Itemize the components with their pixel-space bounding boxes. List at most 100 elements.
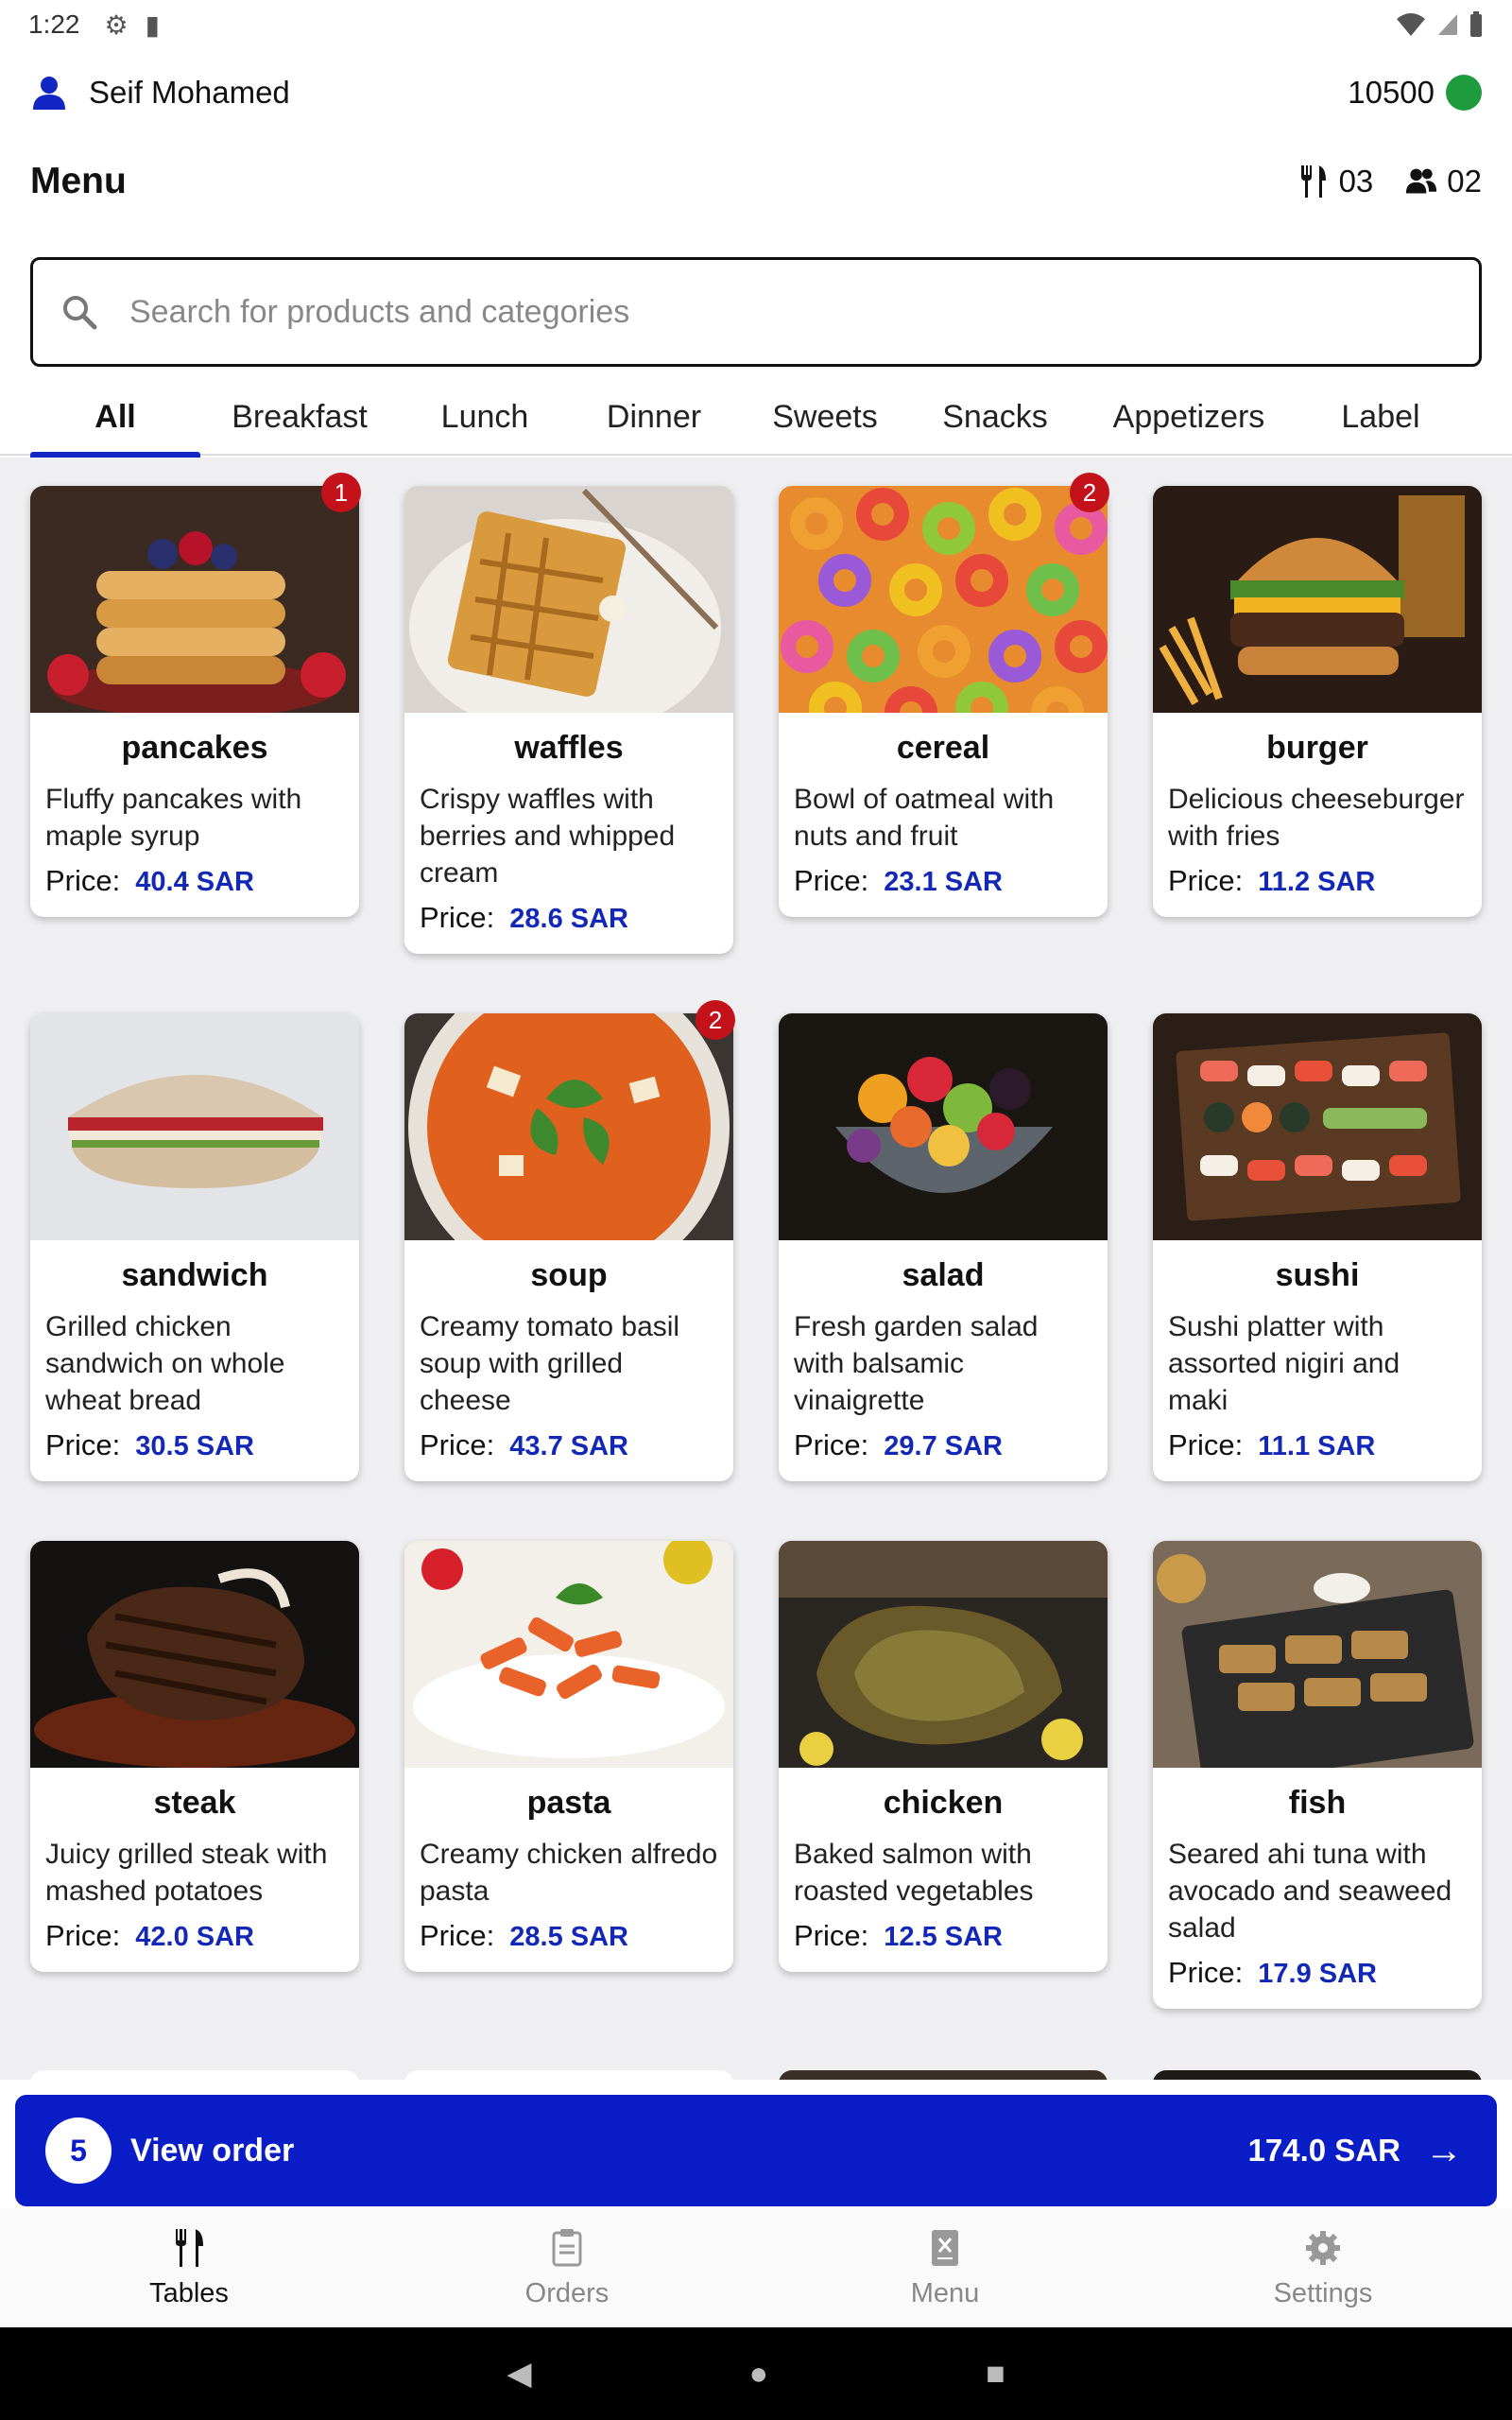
product-price: Price: 40.4 SAR: [30, 855, 359, 917]
product-image: [404, 1541, 733, 1768]
back-icon[interactable]: ◀: [507, 2355, 531, 2393]
product-description: Juicy grilled steak with mashed potatoes: [45, 1839, 328, 1907]
category-tabs: All Breakfast Lunch Dinner Sweets Snacks…: [0, 378, 1512, 458]
search-box[interactable]: [30, 257, 1482, 367]
settings-status-icon: ⚙: [104, 9, 129, 40]
page-title: Menu: [30, 161, 127, 201]
tab-all[interactable]: All: [30, 378, 200, 458]
product-card-pasta[interactable]: pasta Creamy chicken alfredo pasta Price…: [404, 1541, 733, 1972]
home-icon[interactable]: ●: [749, 2356, 769, 2393]
user-name: Seif Mohamed: [89, 75, 290, 110]
price-amount: 40.4 SAR: [135, 867, 254, 897]
product-name: cereal: [896, 730, 990, 766]
nav-orders[interactable]: Orders: [378, 2208, 756, 2327]
product-name: waffles: [514, 730, 624, 766]
product-image: [1153, 486, 1482, 713]
product-price: Price: 30.5 SAR: [30, 1419, 359, 1481]
product-card-cereal[interactable]: 2 cereal Bowl of oatmeal with nuts and f…: [779, 473, 1109, 917]
price-label: Price:: [794, 1428, 869, 1461]
product-price: Price: 29.7 SAR: [779, 1419, 1108, 1481]
status-time: 1:22: [28, 9, 80, 39]
tab-label[interactable]: Label: [1300, 378, 1461, 456]
view-order-button[interactable]: 5 View order 174.0 SAR →: [15, 2095, 1497, 2206]
nav-tables[interactable]: Tables: [0, 2208, 378, 2327]
product-grid: 1 pancakes Fluffy pancakes with maple sy…: [0, 458, 1512, 2080]
gear-icon: [1306, 2230, 1340, 2265]
price-label: Price:: [420, 1428, 495, 1461]
tab-appetizers[interactable]: Appetizers: [1077, 378, 1300, 456]
product-price: Price: 11.2 SAR: [1153, 855, 1482, 917]
price-label: Price:: [794, 864, 869, 897]
product-image: [30, 1013, 359, 1240]
product-card-fish[interactable]: fish Seared ahi tuna with avocado and se…: [1153, 1541, 1482, 2009]
price-amount: 43.7 SAR: [509, 1431, 628, 1461]
tab-lunch[interactable]: Lunch: [399, 378, 571, 456]
product-description: Grilled chicken sandwich on whole wheat …: [45, 1311, 285, 1416]
product-card-sandwich[interactable]: sandwich Grilled chicken sandwich on who…: [30, 1013, 359, 1481]
quantity-badge: 2: [1070, 473, 1109, 512]
sd-card-icon: ▮: [145, 9, 161, 40]
price-amount: 11.2 SAR: [1258, 867, 1376, 897]
product-card-chicken[interactable]: chicken Baked salmon with roasted vegeta…: [779, 1541, 1108, 1972]
tab-breakfast[interactable]: Breakfast: [210, 378, 389, 456]
tables-counter: 03: [1297, 164, 1374, 199]
product-name: burger: [1266, 730, 1368, 766]
product-card-pancakes[interactable]: 1 pancakes Fluffy pancakes with maple sy…: [30, 473, 361, 917]
nav-menu[interactable]: Menu: [756, 2208, 1134, 2327]
nav-label: Tables: [149, 2277, 229, 2308]
bottom-nav: Tables Orders Menu Settings: [0, 2208, 1512, 2327]
product-name: salad: [902, 1257, 985, 1293]
balance: 10500: [1348, 75, 1482, 111]
price-amount: 28.5 SAR: [509, 1922, 628, 1952]
product-card-salad[interactable]: salad Fresh garden salad with balsamic v…: [779, 1013, 1108, 1481]
product-price: Price: 17.9 SAR: [1153, 1946, 1482, 2009]
product-price: Price: 28.6 SAR: [404, 891, 733, 954]
nav-settings[interactable]: Settings: [1134, 2208, 1512, 2327]
product-price: Price: 28.5 SAR: [404, 1910, 733, 1972]
product-price: Price: 23.1 SAR: [779, 855, 1108, 917]
card-peek: [404, 2070, 733, 2080]
product-name: pancakes: [121, 730, 268, 766]
clipboard-icon: [552, 2228, 582, 2266]
product-price: Price: 12.5 SAR: [779, 1910, 1108, 1972]
product-image: [30, 486, 359, 713]
recents-icon[interactable]: ■: [986, 2356, 1005, 2393]
product-card-soup[interactable]: 2 soup Creamy tomato basil soup with gri…: [404, 1000, 735, 1481]
tab-sweets[interactable]: Sweets: [737, 378, 913, 456]
price-label: Price:: [794, 1919, 869, 1952]
price-amount: 28.6 SAR: [509, 904, 628, 934]
product-card-steak[interactable]: steak Juicy grilled steak with mashed po…: [30, 1541, 359, 1972]
product-description: Delicious cheeseburger with fries: [1168, 784, 1465, 852]
menu-book-icon: [932, 2229, 958, 2266]
price-amount: 42.0 SAR: [135, 1922, 254, 1952]
quantity-badge: 1: [321, 473, 361, 512]
tables-count: 03: [1338, 164, 1374, 199]
tab-snacks[interactable]: Snacks: [913, 378, 1077, 456]
price-amount: 23.1 SAR: [884, 867, 1003, 897]
price-amount: 30.5 SAR: [135, 1431, 254, 1461]
price-label: Price:: [420, 1919, 495, 1952]
product-card-sushi[interactable]: sushi Sushi platter with assorted nigiri…: [1153, 1013, 1482, 1481]
tab-dinner[interactable]: Dinner: [571, 378, 737, 456]
card-peek: [779, 2070, 1108, 2080]
users-icon: [1406, 168, 1437, 194]
order-item-count: 5: [45, 2118, 112, 2184]
product-card-waffles[interactable]: waffles Crispy waffles with berries and …: [404, 486, 733, 954]
online-status-indicator: [1446, 75, 1482, 111]
product-image: [30, 1541, 359, 1768]
price-label: Price:: [45, 864, 121, 897]
price-label: Price:: [1168, 1428, 1244, 1461]
price-label: Price:: [45, 1919, 121, 1952]
product-image: [779, 1013, 1108, 1240]
price-label: Price:: [1168, 1956, 1244, 1989]
nav-label: Menu: [910, 2277, 980, 2308]
search-input[interactable]: [129, 293, 1405, 331]
price-amount: 11.1 SAR: [1258, 1431, 1376, 1461]
product-description: Baked salmon with roasted vegetables: [794, 1839, 1034, 1907]
product-price: Price: 42.0 SAR: [30, 1910, 359, 1972]
product-description: Bowl of oatmeal with nuts and fruit: [794, 784, 1055, 852]
product-name: chicken: [883, 1785, 1004, 1821]
price-label: Price:: [1168, 864, 1244, 897]
counters: 03 02: [1297, 164, 1482, 199]
product-card-burger[interactable]: burger Delicious cheeseburger with fries…: [1153, 486, 1482, 917]
